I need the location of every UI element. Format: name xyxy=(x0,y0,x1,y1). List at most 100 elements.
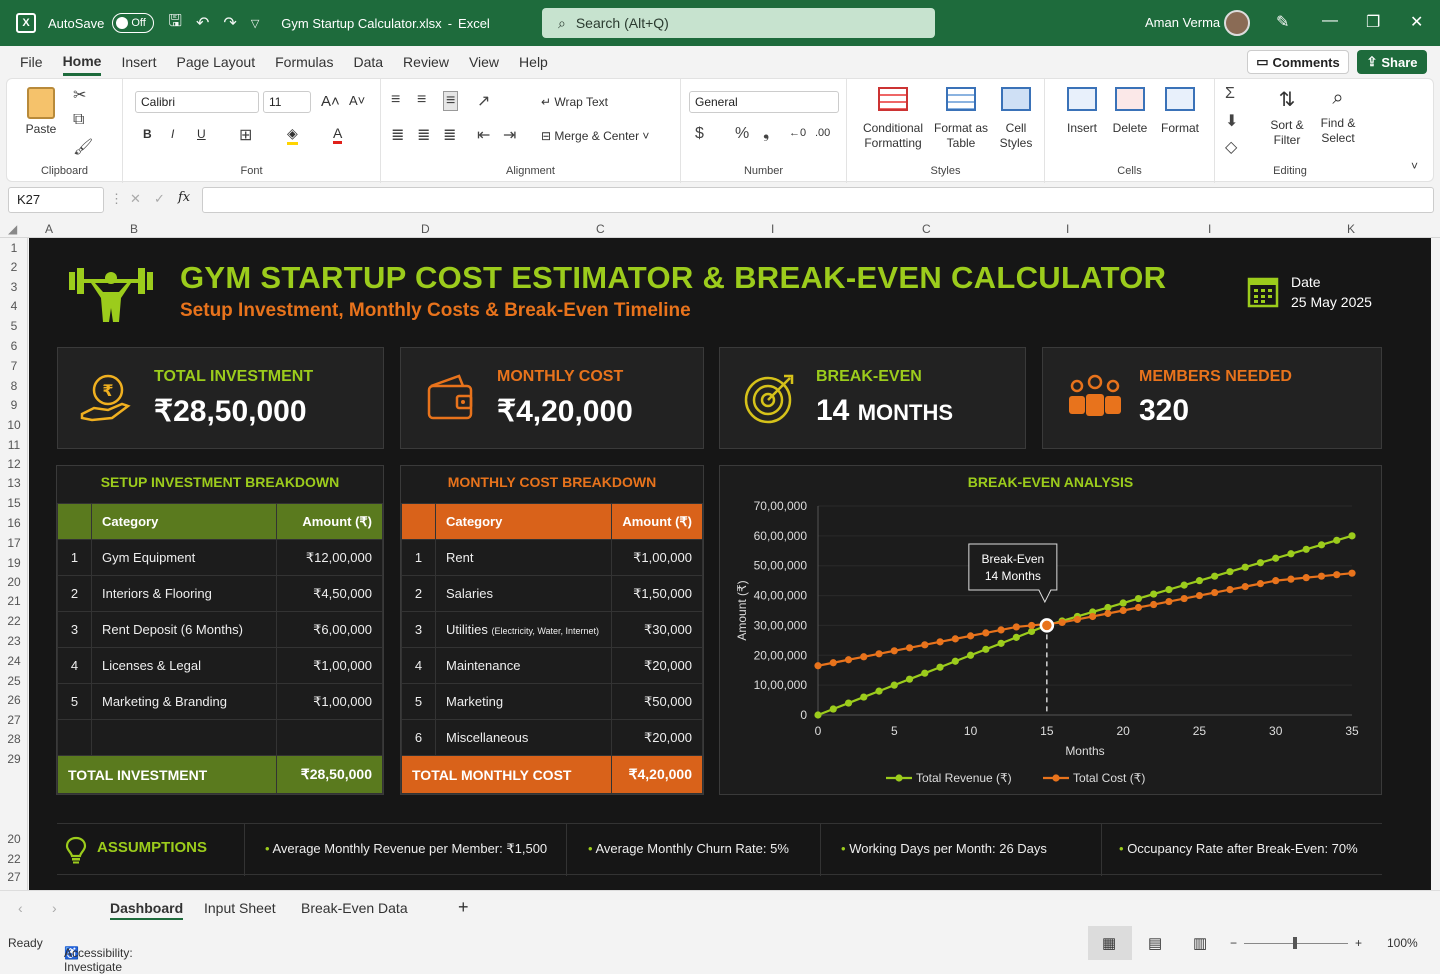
paste-button[interactable]: Paste xyxy=(23,87,59,136)
font-color-icon[interactable]: A xyxy=(333,125,343,144)
autosum-icon[interactable]: Σ xyxy=(1225,85,1235,103)
insert-cells-button[interactable]: Insert xyxy=(1059,87,1105,135)
name-box[interactable]: K27 xyxy=(8,187,104,213)
enter-icon[interactable]: ✓ xyxy=(154,191,165,207)
font-name-select[interactable]: Calibri xyxy=(135,91,259,113)
avatar[interactable] xyxy=(1224,10,1250,36)
align-middle-icon[interactable]: ≡ xyxy=(417,91,426,109)
col-header[interactable]: C xyxy=(596,222,605,236)
increase-decimal-icon[interactable]: ←0 xyxy=(789,127,806,139)
comma-icon[interactable]: ❟ xyxy=(763,125,769,143)
row-header[interactable]: 27 xyxy=(0,870,28,884)
row-header[interactable]: 10 xyxy=(0,418,28,432)
normal-view-icon[interactable]: ▦ xyxy=(1102,934,1116,952)
percent-icon[interactable]: % xyxy=(735,125,749,143)
currency-icon[interactable]: $ xyxy=(695,125,704,143)
row-header[interactable]: 9 xyxy=(0,398,28,412)
row-header[interactable]: 20 xyxy=(0,832,28,846)
zoom-slider-thumb[interactable] xyxy=(1293,937,1297,949)
restore-icon[interactable]: ❐ xyxy=(1366,12,1380,32)
shrink-font-icon[interactable]: A˅ xyxy=(349,93,365,108)
user-name[interactable]: Aman Verma xyxy=(1145,15,1220,30)
tab-break-even-data[interactable]: Break-Even Data xyxy=(301,900,408,916)
row-header[interactable]: 5 xyxy=(0,319,28,333)
clear-icon[interactable]: ◇ xyxy=(1225,137,1237,157)
row-header[interactable]: 7 xyxy=(0,359,28,373)
row-header[interactable]: 22 xyxy=(0,614,28,628)
row-header[interactable]: 16 xyxy=(0,516,28,530)
table-row[interactable]: 4 Licenses & Legal ₹1,00,000 xyxy=(57,647,383,684)
zoom-in-icon[interactable]: + xyxy=(1355,936,1362,950)
row-header[interactable]: 21 xyxy=(0,594,28,608)
format-as-table-button[interactable]: Format as Table xyxy=(933,87,989,151)
increase-indent-icon[interactable]: ⇥ xyxy=(503,125,516,145)
row-header[interactable]: 3 xyxy=(0,280,28,294)
table-row-empty[interactable] xyxy=(57,719,383,756)
wrap-text-button[interactable]: ↵ Wrap Text xyxy=(541,95,608,109)
align-left-icon[interactable]: ≣ xyxy=(391,125,404,145)
col-header[interactable]: C xyxy=(922,222,931,236)
menu-help[interactable]: Help xyxy=(519,50,548,74)
sort-filter-button[interactable]: ⇅ Sort & Filter xyxy=(1265,87,1309,148)
minimize-icon[interactable]: — xyxy=(1322,12,1338,30)
table-row[interactable]: 3 Utilities (Electricity, Water, Internet… xyxy=(401,611,704,648)
table-row[interactable]: 5 Marketing & Branding ₹1,00,000 xyxy=(57,683,383,720)
pen-icon[interactable]: ✎ xyxy=(1276,12,1289,32)
collapse-ribbon-icon[interactable]: ˅ xyxy=(1411,159,1418,173)
font-size-select[interactable]: 11 xyxy=(263,91,311,113)
menu-review[interactable]: Review xyxy=(403,50,449,74)
options-icon[interactable]: ⋮ xyxy=(110,191,123,207)
search-box[interactable]: ⌕ Search (Alt+Q) xyxy=(542,8,935,38)
customize-qat-icon[interactable]: ▽ xyxy=(251,17,259,30)
row-header[interactable]: 26 xyxy=(0,693,28,707)
close-icon[interactable]: ✕ xyxy=(1410,12,1423,32)
menu-formulas[interactable]: Formulas xyxy=(275,50,333,74)
fill-icon[interactable]: ⬇ xyxy=(1225,111,1238,131)
number-format-select[interactable]: General xyxy=(689,91,839,113)
conditional-formatting-button[interactable]: Conditional Formatting xyxy=(853,87,933,151)
borders-icon[interactable]: ⊞ xyxy=(239,125,252,145)
decrease-indent-icon[interactable]: ⇤ xyxy=(477,125,490,145)
align-top-icon[interactable]: ≡ xyxy=(391,91,400,109)
copy-icon[interactable]: ⧉ xyxy=(73,111,84,129)
row-header[interactable]: 20 xyxy=(0,575,28,589)
break-even-chart-panel[interactable]: BREAK-EVEN ANALYSIS 0 10,00,000 20,00,000 3… xyxy=(719,465,1382,795)
table-row[interactable]: 1 Rent ₹1,00,000 xyxy=(401,539,704,576)
underline-button[interactable]: U xyxy=(197,127,206,141)
row-header[interactable]: 11 xyxy=(0,438,28,452)
table-row[interactable]: 4 Maintenance ₹20,000 xyxy=(401,647,704,684)
add-sheet-icon[interactable]: + xyxy=(458,897,469,918)
menu-view[interactable]: View xyxy=(469,50,499,74)
delete-cells-button[interactable]: Delete xyxy=(1107,87,1153,135)
format-painter-icon[interactable]: 🖌 xyxy=(73,137,93,157)
col-header[interactable]: A xyxy=(45,222,53,236)
table-row[interactable]: 5 Marketing ₹50,000 xyxy=(401,683,704,720)
fill-color-icon[interactable]: ◈ xyxy=(287,125,298,145)
table-row[interactable]: 2 Interiors & Flooring ₹4,50,000 xyxy=(57,575,383,612)
row-header[interactable]: 15 xyxy=(0,496,28,510)
align-center-icon[interactable]: ≣ xyxy=(417,125,430,145)
menu-insert[interactable]: Insert xyxy=(121,50,156,74)
page-break-view-icon[interactable]: ▥ xyxy=(1193,934,1207,952)
cut-icon[interactable]: ✂ xyxy=(73,85,86,105)
menu-page-layout[interactable]: Page Layout xyxy=(176,50,255,74)
col-header[interactable]: I xyxy=(771,222,774,236)
menu-data[interactable]: Data xyxy=(353,50,383,74)
table-row[interactable]: 6 Miscellaneous ₹20,000 xyxy=(401,719,704,756)
row-header[interactable]: 19 xyxy=(0,556,28,570)
select-all-icon[interactable]: ◢ xyxy=(8,222,17,236)
row-header[interactable]: 29 xyxy=(0,752,28,766)
format-cells-button[interactable]: Format xyxy=(1157,87,1203,135)
row-header[interactable]: 4 xyxy=(0,299,28,313)
menu-home[interactable]: Home xyxy=(62,49,102,76)
redo-icon[interactable]: ↷ xyxy=(223,13,236,33)
align-right-icon[interactable]: ≣ xyxy=(443,125,456,145)
scroll-left-icon[interactable]: ‹ xyxy=(18,900,23,916)
grow-font-icon[interactable]: A˄ xyxy=(321,93,340,110)
bold-button[interactable]: B xyxy=(143,127,152,141)
merge-center-button[interactable]: ⊟ Merge & Center ˅ xyxy=(541,129,649,143)
table-row[interactable]: 1 Gym Equipment ₹12,00,000 xyxy=(57,539,383,576)
comments-button[interactable]: ▭ Comments xyxy=(1247,50,1349,74)
col-header[interactable]: B xyxy=(130,222,138,236)
cancel-icon[interactable]: ✕ xyxy=(130,191,141,207)
